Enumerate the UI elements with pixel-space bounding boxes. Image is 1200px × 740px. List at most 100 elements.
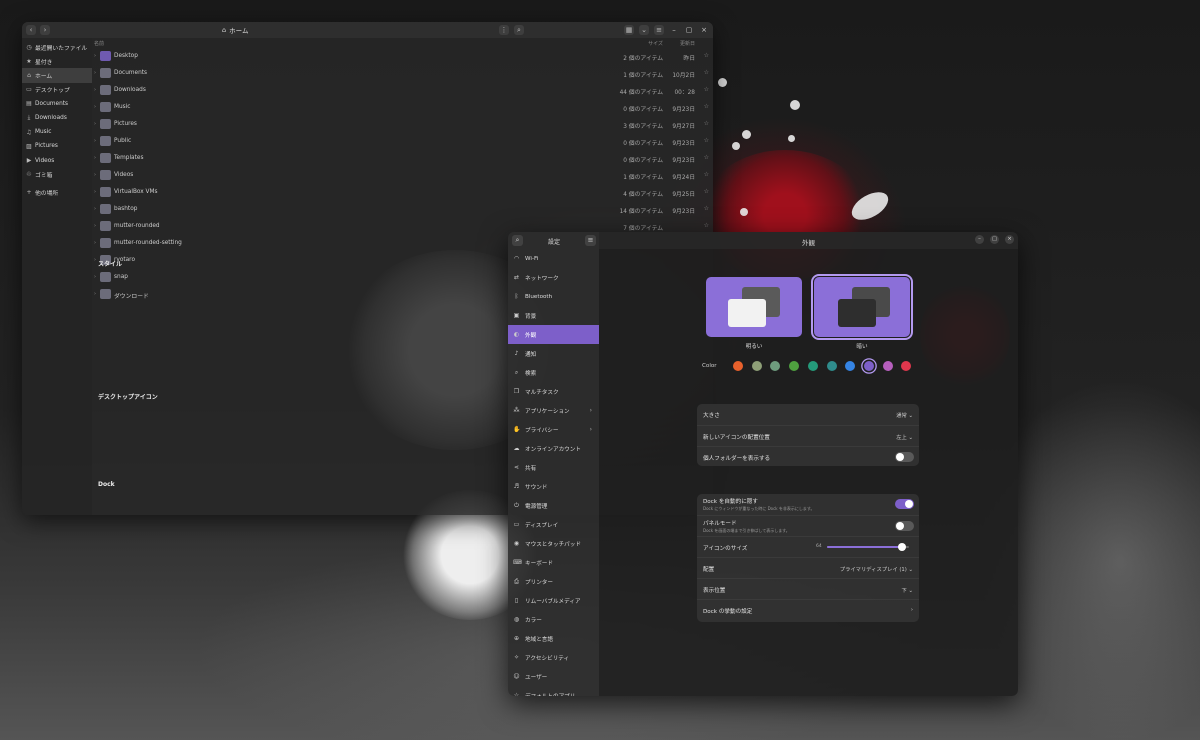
sidebar-item[interactable]: ▶ Videos [22, 154, 92, 168]
column-modified[interactable]: 更新日 [680, 40, 695, 47]
panel-mode-toggle[interactable] [895, 521, 914, 531]
expand-arrow-icon[interactable]: › [94, 138, 96, 144]
settings-nav-item[interactable]: ✧ アクセシビリティ [508, 648, 599, 667]
file-row[interactable]: › bashtop 14 個のアイテム 9月23日 ☆ [92, 201, 713, 218]
expand-arrow-icon[interactable]: › [94, 121, 96, 127]
star-icon[interactable]: ☆ [704, 103, 709, 110]
star-icon[interactable]: ☆ [704, 171, 709, 178]
settings-nav-item[interactable]: ⎙ プリンター [508, 572, 599, 591]
sidebar-item[interactable]: ▨ Pictures [22, 139, 92, 153]
expand-arrow-icon[interactable]: › [94, 155, 96, 161]
file-row[interactable]: › VirtualBox VMs 4 個のアイテム 9月25日 ☆ [92, 184, 713, 201]
sidebar-item[interactable]: ⌂ ホーム [22, 68, 92, 83]
color-swatch[interactable] [807, 361, 818, 371]
forward-button[interactable]: › [40, 25, 50, 35]
sidebar-item[interactable]: ▭ デスクトップ [22, 83, 92, 97]
search-icon[interactable]: ⌕ [512, 235, 523, 246]
sidebar-item[interactable]: ⤓ Downloads [22, 111, 92, 125]
star-icon[interactable]: ☆ [704, 154, 709, 161]
dock-behavior-row[interactable]: Dock の挙動の設定 › [697, 599, 919, 619]
style-light-option[interactable] [706, 277, 802, 337]
color-swatch[interactable] [882, 361, 893, 371]
minimize-icon[interactable]: – [669, 25, 679, 35]
dock-placement-row[interactable]: 配置 プライマリディスプレイ (1) ⌄ [697, 557, 919, 577]
path-bar[interactable]: ⌂ ホーム [222, 25, 248, 35]
settings-nav-item[interactable]: ☆ デフォルトのアプリ [508, 686, 599, 696]
color-swatch[interactable] [863, 361, 874, 371]
sidebar-item[interactable]: ◷ 最近開いたファイル [22, 40, 92, 54]
expand-arrow-icon[interactable]: › [94, 172, 96, 178]
search-icon[interactable]: ⌕ [514, 25, 524, 35]
settings-nav-item[interactable]: ⌨ キーボード [508, 553, 599, 572]
settings-nav-item[interactable]: ⋖ 共有 [508, 458, 599, 477]
expand-arrow-icon[interactable]: › [94, 274, 96, 280]
star-icon[interactable]: ☆ [704, 52, 709, 59]
expand-arrow-icon[interactable]: › [94, 104, 96, 110]
icon-position-row[interactable]: 新しいアイコンの配置位置 左上 ⌄ [697, 425, 919, 445]
more-icon[interactable]: ⋮ [499, 25, 509, 35]
expand-arrow-icon[interactable]: › [94, 70, 96, 76]
expand-arrow-icon[interactable]: › [94, 223, 96, 229]
expand-arrow-icon[interactable]: › [94, 206, 96, 212]
settings-nav-item[interactable]: ᛒ Bluetooth [508, 287, 599, 306]
expand-arrow-icon[interactable]: › [94, 291, 96, 297]
column-name[interactable]: 名前 [94, 40, 104, 47]
settings-nav-item[interactable]: ◍ カラー [508, 610, 599, 629]
star-icon[interactable]: ☆ [704, 222, 709, 229]
style-dark-option[interactable] [811, 274, 913, 340]
file-row[interactable]: › Public 0 個のアイテム 9月23日 ☆ [92, 133, 713, 150]
sidebar-item[interactable]: + 他の場所 [22, 186, 92, 200]
settings-nav-item[interactable]: ♪ 通知 [508, 344, 599, 363]
icon-size-row[interactable]: 大きさ 通常 ⌄ [697, 404, 919, 424]
back-button[interactable]: ‹ [26, 25, 36, 35]
settings-nav-item[interactable]: ▣ 背景 [508, 306, 599, 325]
minimize-icon[interactable]: – [975, 235, 984, 244]
grid-view-icon[interactable]: ▦ [624, 25, 634, 35]
settings-nav-item[interactable]: ⌕ 検索 [508, 363, 599, 382]
close-icon[interactable]: × [699, 25, 709, 35]
star-icon[interactable]: ☆ [704, 120, 709, 127]
expand-arrow-icon[interactable]: › [94, 257, 96, 263]
sidebar-item[interactable]: ♫ Music [22, 125, 92, 139]
settings-nav-item[interactable]: ▯ リムーバブルメディア [508, 591, 599, 610]
icon-position-dropdown[interactable]: 左上 ⌄ [896, 433, 913, 441]
sidebar-item[interactable]: ★ 星付き [22, 54, 92, 68]
icon-size-dropdown[interactable]: 通常 ⌄ [896, 411, 913, 419]
file-row[interactable]: › Downloads 44 個のアイテム 00：28 ☆ [92, 82, 713, 99]
settings-nav-item[interactable]: ▭ ディスプレイ [508, 515, 599, 534]
chevron-down-icon[interactable]: ⌄ [639, 25, 649, 35]
settings-nav-item[interactable]: ☁ オンラインアカウント [508, 439, 599, 458]
sidebar-item[interactable]: ▤ Documents [22, 97, 92, 111]
settings-nav-item[interactable]: ⏻ 電源管理 [508, 496, 599, 515]
file-row[interactable]: › Videos 1 個のアイテム 9月24日 ☆ [92, 167, 713, 184]
settings-nav-item[interactable]: ♬ サウンド [508, 477, 599, 496]
settings-nav-item[interactable]: ◉ マウスとタッチパッド [508, 534, 599, 553]
dock-position-row[interactable]: 表示位置 下 ⌄ [697, 578, 919, 598]
color-swatch[interactable] [751, 361, 762, 371]
settings-nav-item[interactable]: ◠ Wi-Fi [508, 249, 599, 268]
dock-icon-size-slider[interactable] [827, 543, 909, 551]
dock-placement-dropdown[interactable]: プライマリディスプレイ (1) ⌄ [840, 565, 913, 573]
sidebar-item[interactable]: ♲ ゴミ箱 [22, 168, 92, 182]
file-row[interactable]: › Documents 1 個のアイテム 10月2日 ☆ [92, 65, 713, 82]
settings-nav-item[interactable]: ⇄ ネットワーク [508, 268, 599, 287]
settings-nav-item[interactable]: ⊕ 地域と言語 [508, 629, 599, 648]
color-swatch[interactable] [826, 361, 837, 371]
settings-nav-item[interactable]: ☺ ユーザー [508, 667, 599, 686]
personal-folder-toggle[interactable] [895, 452, 914, 462]
star-icon[interactable]: ☆ [704, 69, 709, 76]
star-icon[interactable]: ☆ [704, 86, 709, 93]
settings-nav-item[interactable]: ❐ マルチタスク [508, 382, 599, 401]
expand-arrow-icon[interactable]: › [94, 87, 96, 93]
maximize-icon[interactable]: ▢ [990, 235, 999, 244]
file-row[interactable]: › Templates 0 個のアイテム 9月23日 ☆ [92, 150, 713, 167]
menu-icon[interactable]: ≡ [654, 25, 664, 35]
dock-autohide-toggle[interactable] [895, 499, 914, 509]
star-icon[interactable]: ☆ [704, 188, 709, 195]
settings-nav-item[interactable]: ✋ プライバシー › [508, 420, 599, 439]
file-row[interactable]: › Desktop 2 個のアイテム 昨日 ☆ [92, 48, 713, 65]
slider-handle[interactable] [898, 543, 907, 551]
color-swatch[interactable] [733, 361, 743, 371]
file-row[interactable]: › Pictures 3 個のアイテム 9月27日 ☆ [92, 116, 713, 133]
file-row[interactable]: › Music 0 個のアイテム 9月23日 ☆ [92, 99, 713, 116]
